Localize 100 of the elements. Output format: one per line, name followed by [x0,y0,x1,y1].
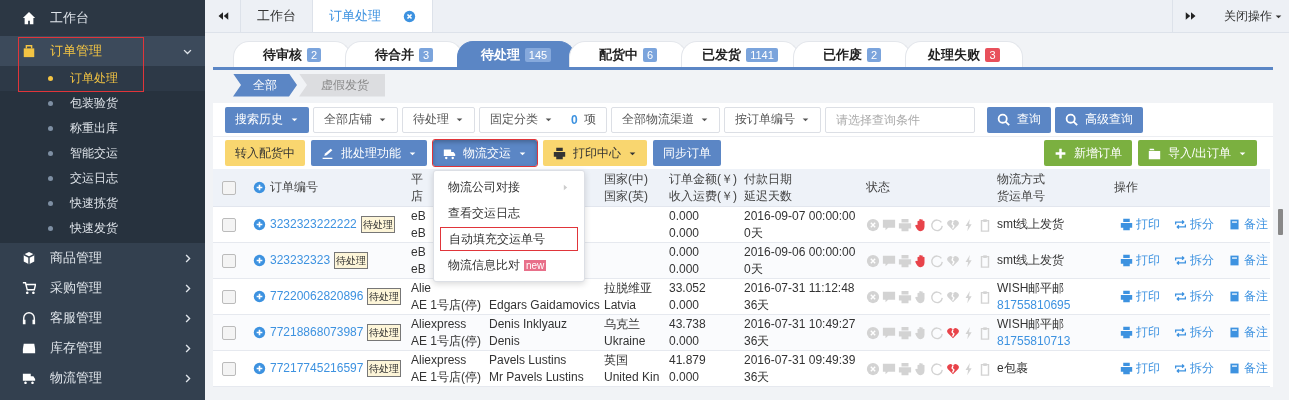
sidebar-item[interactable]: 库存管理 [0,333,205,363]
split-link[interactable]: 拆分 [1174,288,1214,305]
truck-icon [22,371,36,385]
expand-icon[interactable] [253,326,266,339]
shipping-method: smt线上发货 [997,216,1065,233]
print-link[interactable]: 打印 [1120,252,1160,269]
menu-item[interactable]: 物流信息比对 new [440,253,578,277]
expand-icon[interactable] [253,290,266,303]
action-button[interactable]: 同步订单 [653,140,721,166]
row-checkbox[interactable] [222,217,236,232]
action-button[interactable]: 物流交运 [433,140,537,166]
expand-all-icon[interactable] [253,181,266,194]
shipping-method: smt线上发货 [997,252,1065,269]
order-number-link[interactable]: 77218868073987 [270,324,364,341]
sidebar-subitem[interactable]: 快速拣货 [0,191,205,216]
print-link[interactable]: 打印 [1120,288,1160,305]
sidebar-item[interactable]: 订单管理 [0,36,205,66]
caret-icon [699,115,709,124]
note-link[interactable]: 备注 [1228,324,1268,341]
page-tab[interactable]: 订单处理 [313,0,433,32]
order-amount: 0.000 [669,243,700,261]
filter-select[interactable]: 按订单编号 [723,106,821,133]
history-button[interactable]: 搜索历史 [225,106,309,133]
menu-item[interactable]: 查看交运日志 [440,201,578,225]
caret-icon [800,115,810,124]
count-badge: 3 [418,47,434,62]
row-checkbox[interactable] [222,361,236,376]
new-badge: new [524,259,547,271]
filter-select[interactable]: 全部店铺 [313,106,398,133]
menu-item[interactable]: 物流公司对接 [440,175,578,199]
row-checkbox[interactable] [222,253,236,268]
expand-icon[interactable] [253,254,266,267]
split-link[interactable]: 拆分 [1174,324,1214,341]
order-number-link[interactable]: 323232323 [270,252,331,269]
column-header: 付款日期 延迟天数 [744,170,792,205]
book-icon [1228,326,1241,339]
action-button[interactable]: 转入配货中 [225,140,305,166]
tracking-number-link[interactable]: 81755810695 [997,296,1071,314]
action-button[interactable]: 导入/出订单 [1137,140,1257,166]
row-checkbox[interactable] [222,325,236,340]
note-link[interactable]: 备注 [1228,360,1268,377]
query-field[interactable]: 请选择查询条件 [824,106,975,133]
action-button[interactable]: 打印中心 [543,140,647,166]
sidebar-subitem[interactable]: 称重出库 [0,116,205,141]
action-button[interactable]: 新增订单 [1043,140,1132,166]
book-icon [1228,218,1241,231]
sidebar-subitem[interactable]: 快速发货 [0,216,205,241]
count-badge: 2 [306,47,322,62]
sidebar-item[interactable]: 采购管理 [0,273,205,303]
filter-select[interactable]: 固定分类 0 项 [479,106,607,133]
sidebar-subitem[interactable]: 包装验货 [0,91,205,116]
column-header: 订单金额(￥) 收入运费(￥) [669,170,737,205]
bullet-icon [48,151,53,156]
filter-select[interactable]: 待处理 [402,106,475,133]
delay-days: 36天 [744,332,770,350]
sidebar-item[interactable]: 工作台 [0,0,205,36]
filter-select[interactable]: 全部物流渠道 [610,106,720,133]
print-link[interactable]: 打印 [1120,324,1160,341]
plus-icon [1053,146,1067,160]
filter-tab[interactable]: 全部 [233,73,297,97]
select-all-checkbox[interactable] [222,180,236,195]
shipping-fee: 0.000 [669,224,700,242]
note-link[interactable]: 备注 [1228,216,1268,233]
print-link[interactable]: 打印 [1120,216,1160,233]
sidebar-subitem[interactable]: 交运日志 [0,166,205,191]
close-icon[interactable] [403,9,416,23]
status-tab[interactable]: 处理失败 3 [905,41,1023,67]
filter-tab[interactable]: 虚假发货 [299,73,385,97]
sidebar-subitem[interactable]: 订单处理 [0,66,205,91]
note-link[interactable]: 备注 [1228,288,1268,305]
sidebar-item[interactable]: 商品管理 [0,243,205,273]
drive-icon [22,341,36,355]
search-button[interactable]: 查询 [986,106,1051,133]
shop-text: eB [411,224,426,242]
print-link[interactable]: 打印 [1120,360,1160,377]
row-checkbox[interactable] [222,289,236,304]
split-link[interactable]: 拆分 [1174,216,1214,233]
search-button[interactable]: 高级查询 [1054,106,1143,133]
bullet-icon [48,176,53,181]
split-link[interactable]: 拆分 [1174,252,1214,269]
payment-date: 2016-09-07 00:00:00 [744,207,856,225]
bullet-icon [48,101,53,106]
action-button[interactable]: 批处理功能 [311,140,427,166]
sidebar-item[interactable]: 客服管理 [0,303,205,333]
scrollbar-thumb[interactable] [1278,209,1283,235]
split-link[interactable]: 拆分 [1174,360,1214,377]
expand-icon[interactable] [253,362,266,375]
order-number-link[interactable]: 3232323222222 [270,216,357,233]
order-number-link[interactable]: 77220062820896 [270,288,364,305]
menu-item[interactable]: 自动填充交运单号 [440,227,578,251]
tracking-number-link[interactable]: 81755810713 [997,332,1071,350]
order-amount: 0.000 [669,207,700,225]
sidebar-item[interactable]: 物流管理 [0,363,205,393]
note-link[interactable]: 备注 [1228,252,1268,269]
sidebar-subitem[interactable]: 智能交运 [0,141,205,166]
order-number-link[interactable]: 77217745216597 [270,360,364,377]
expand-icon[interactable] [253,218,266,231]
count-badge: 145 [524,47,552,62]
country-cn: 英国 [604,351,628,369]
status-tag: 待处理 [367,288,402,305]
